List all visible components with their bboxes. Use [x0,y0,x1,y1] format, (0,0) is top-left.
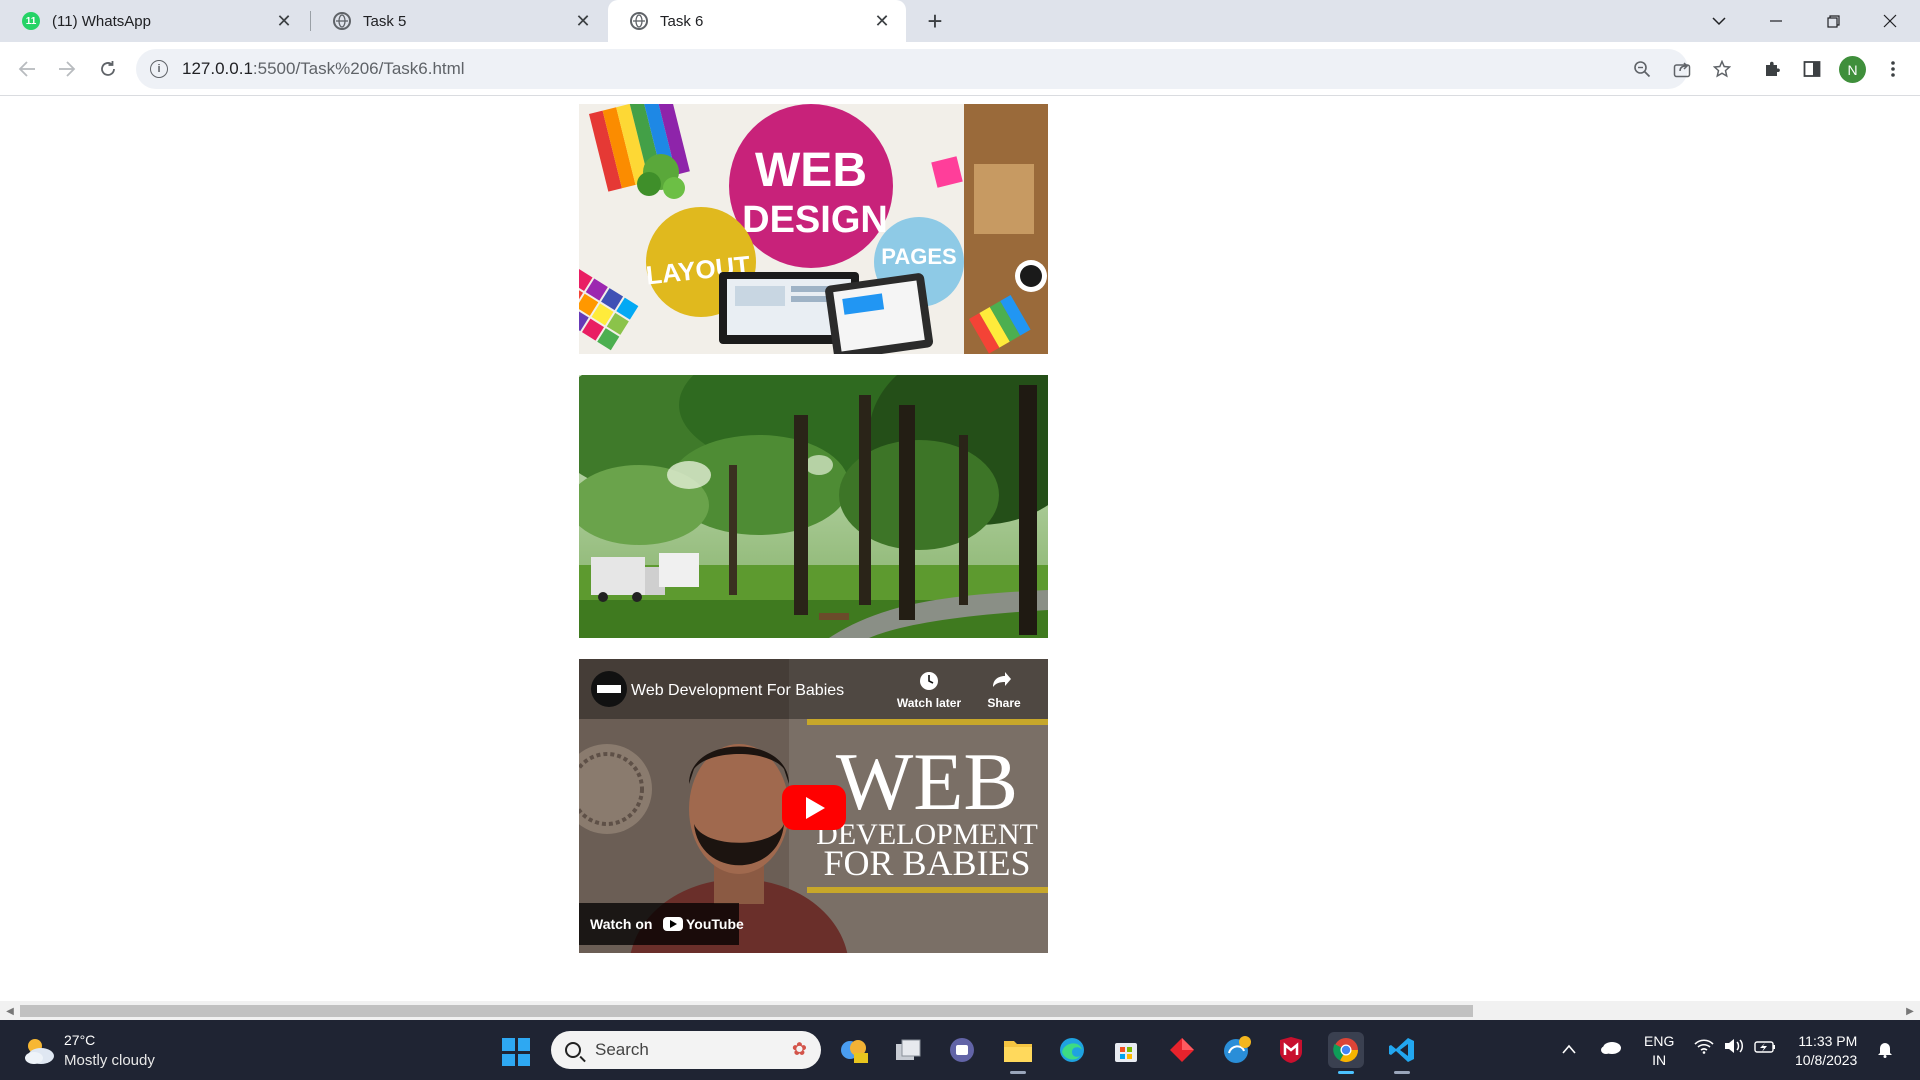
menu-kebab-icon[interactable] [1878,54,1908,84]
close-tab-icon[interactable]: ✕ [573,11,593,31]
tab-title: (11) WhatsApp [52,12,151,30]
close-tab-icon[interactable]: ✕ [872,11,892,31]
bookmark-star-icon[interactable] [1707,54,1737,84]
notification-bell-icon[interactable] [1877,1040,1893,1063]
forward-button[interactable] [50,52,84,86]
running-indicator [1394,1071,1410,1074]
search-label: Search [595,1040,649,1059]
edge-browser-icon[interactable] [1054,1032,1090,1068]
youtube-logo-text: YouTube [686,916,744,932]
reload-button[interactable] [91,52,125,86]
volume-icon[interactable] [1724,1038,1746,1059]
scroll-left-arrow-icon[interactable]: ◀ [3,1004,17,1018]
scroll-right-arrow-icon[interactable]: ▶ [1903,1004,1917,1018]
tab-title: Task 5 [363,12,407,30]
thumb-forbabies-text: FOR BABIES [823,843,1030,883]
extensions-puzzle-icon[interactable] [1757,54,1787,84]
minimize-button[interactable] [1748,0,1804,42]
share-label[interactable]: Share [987,696,1021,710]
wifi-icon[interactable] [1694,1038,1714,1059]
taskbar-clock[interactable]: 11:33 PM 10/8/2023 [1795,1032,1857,1070]
tab-task5[interactable]: Task 5 ✕ [311,0,607,42]
teams-chat-icon[interactable] [944,1032,980,1068]
tab-task6[interactable]: Task 6 ✕ [608,0,906,42]
language-indicator[interactable]: ENG IN [1644,1032,1674,1070]
lang-region: IN [1652,1052,1667,1068]
weather-temp[interactable]: 27°C [64,1032,95,1048]
thumb-web-text: WEB [836,736,1018,827]
edge-notification-icon[interactable] [1219,1032,1255,1068]
cloudy-weather-icon[interactable] [22,1034,56,1066]
search-icon [565,1042,581,1058]
web-design-image: WEB DESIGN LAYOUT PAGES [579,104,1048,354]
zoom-icon[interactable] [1627,54,1657,84]
web-text: WEB [755,144,867,197]
tab-whatsapp[interactable]: 11 (11) WhatsApp ✕ [0,0,308,42]
windows-start-icon[interactable] [502,1038,530,1066]
pages-text: PAGES [881,244,956,269]
side-panel-icon[interactable] [1797,54,1827,84]
tab-search-chevron-icon[interactable] [1691,0,1747,42]
site-info-icon[interactable]: i [150,60,168,78]
back-button[interactable] [10,52,44,86]
mcafee-icon[interactable] [1273,1032,1309,1068]
search-highlight-icon: ✿ [791,1039,807,1059]
globe-icon [630,12,648,30]
address-bar[interactable]: i 127.0.0.1:5500/Task%206/Task6.html [136,49,1688,89]
share-icon[interactable] [1667,54,1697,84]
windows-taskbar: 27°C Mostly cloudy Search ✿ ENG IN 11:33… [0,1020,1920,1080]
park-trees-image [579,375,1048,638]
youtube-embed[interactable]: WEB DEVELOPMENT FOR BABIES Web Developme… [579,659,1048,953]
url-path: :5500/Task%206/Task6.html [252,59,465,78]
url-host: 127.0.0.1 [182,59,253,78]
chrome-icon[interactable] [1328,1032,1364,1074]
battery-charging-icon[interactable] [1754,1038,1776,1059]
task-view-icon[interactable] [890,1032,926,1068]
browser-toolbar: i 127.0.0.1:5500/Task%206/Task6.html N [0,42,1920,96]
vscode-icon[interactable] [1384,1032,1420,1074]
restore-button[interactable] [1805,0,1861,42]
tab-title: Task 6 [660,12,704,30]
close-tab-icon[interactable]: ✕ [274,11,294,31]
lang-code: ENG [1644,1033,1675,1049]
video-title[interactable]: Web Development For Babies [631,682,844,699]
clock-date: 10/8/2023 [1795,1052,1858,1068]
whatsapp-icon: 11 [22,12,40,30]
horizontal-scrollbar[interactable]: ◀ ▶ [0,1001,1920,1020]
microsoft-store-icon[interactable] [1108,1032,1144,1068]
watch-later-label[interactable]: Watch later [897,696,962,710]
scrollbar-thumb[interactable] [20,1005,1473,1017]
show-hidden-icons-chevron-icon[interactable] [1562,1038,1576,1059]
watch-on-label[interactable]: Watch on [590,916,652,932]
weather-desc[interactable]: Mostly cloudy [64,1052,155,1069]
running-indicator [1010,1071,1026,1074]
new-tab-button[interactable]: + [920,6,950,36]
tab-strip: 11 (11) WhatsApp ✕ Task 5 ✕ Task 6 ✕ + [0,0,1920,42]
running-indicator [1338,1071,1354,1074]
globe-icon [333,12,351,30]
close-window-button[interactable] [1862,0,1918,42]
chatgpt-pre-app-icon[interactable] [836,1032,872,1068]
red-diamond-app-icon[interactable] [1164,1032,1200,1068]
taskbar-search[interactable]: Search ✿ [551,1031,821,1069]
profile-avatar[interactable]: N [1839,56,1866,83]
clock-time: 11:33 PM [1798,1033,1858,1049]
page-content: WEB DESIGN LAYOUT PAGES WEB DEVELOPMENT … [0,97,1920,1001]
file-explorer-icon[interactable] [1000,1032,1036,1074]
onedrive-cloud-icon[interactable] [1600,1038,1622,1059]
design-text: DESIGN [742,199,888,241]
